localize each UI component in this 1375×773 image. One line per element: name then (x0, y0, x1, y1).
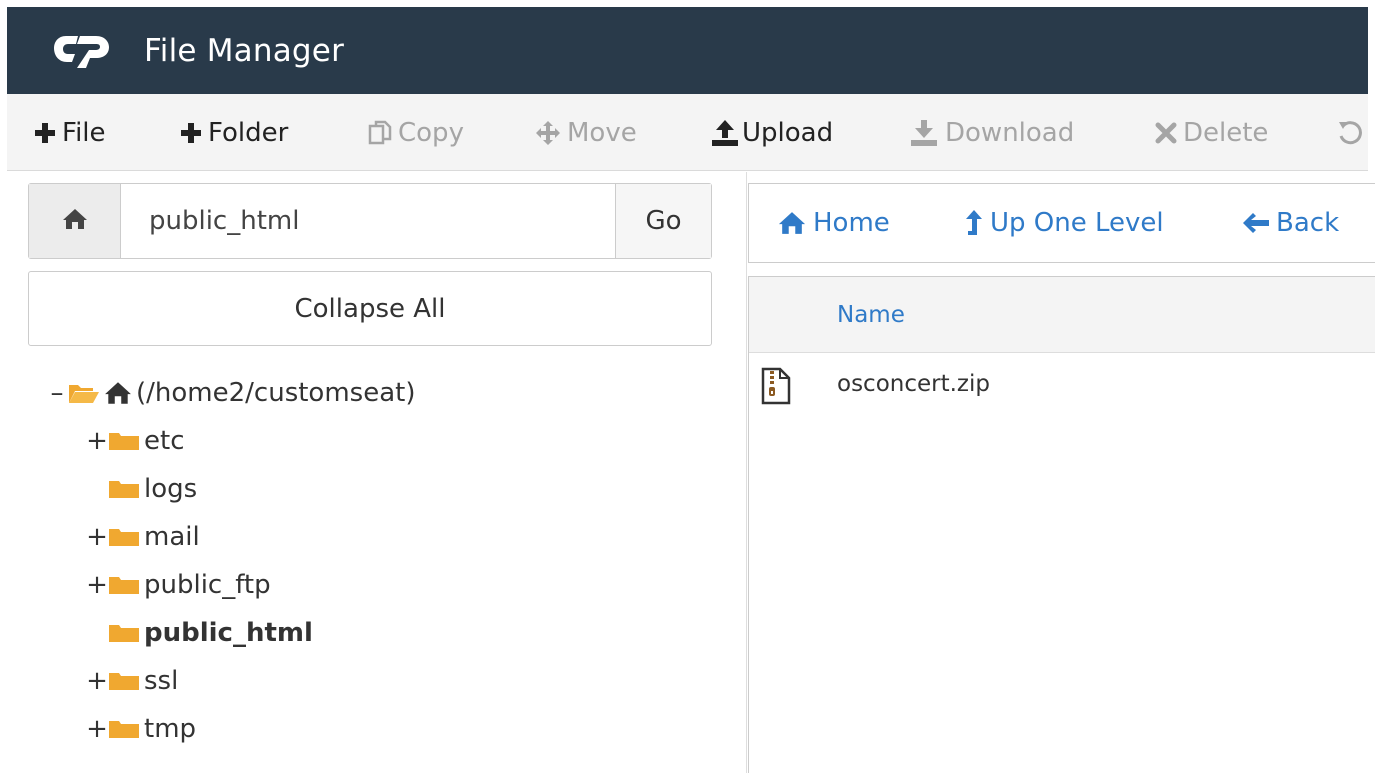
home-icon (104, 381, 132, 405)
tree-item-ssl[interactable]: + ssl (86, 658, 178, 704)
move-label: Move (567, 117, 637, 148)
copy-button[interactable]: Copy (368, 94, 464, 170)
tree-item-label: ssl (144, 666, 179, 696)
upload-label: Upload (742, 117, 834, 148)
back-button[interactable]: Back (1242, 184, 1339, 262)
home-label: Home (813, 208, 890, 238)
folder-icon (108, 671, 140, 691)
level-up-icon (964, 209, 984, 237)
expand-toggle[interactable]: + (86, 426, 108, 456)
expand-toggle[interactable]: + (86, 666, 108, 696)
delete-label: Delete (1183, 117, 1269, 148)
expand-toggle[interactable]: + (86, 522, 108, 552)
home-directory-button[interactable] (29, 184, 121, 258)
folder-icon (108, 575, 140, 595)
delete-button[interactable]: Delete (1155, 94, 1269, 170)
tree-item-label: mail (144, 522, 200, 552)
folder-icon (108, 479, 140, 499)
back-label: Back (1276, 208, 1340, 238)
toolbar: File Folder Copy Move Upload Download De… (7, 94, 1368, 171)
tree-item-mail[interactable]: + mail (86, 514, 200, 560)
up-one-level-label: Up One Level (990, 208, 1164, 238)
new-file-label: File (62, 117, 106, 148)
folder-icon (108, 719, 140, 739)
tree-root[interactable]: – (/home2/customseat) (46, 370, 416, 416)
tree-item-label-selected: public_html (144, 618, 313, 648)
name-column-header[interactable]: Name (837, 302, 905, 328)
app-header: File Manager (7, 7, 1368, 94)
tree-item-label: public_ftp (144, 570, 271, 600)
app-title: File Manager (144, 32, 345, 69)
navigation-bar: Home Up One Level Back (748, 183, 1375, 263)
tree-root-label: (/home2/customseat) (136, 378, 416, 408)
tree-item-label: etc (144, 426, 185, 456)
tree-item-public-ftp[interactable]: + public_ftp (86, 562, 271, 608)
download-label: Download (945, 117, 1075, 148)
tree-item-label: logs (144, 474, 198, 504)
tree-item-tmp[interactable]: + tmp (86, 706, 196, 752)
tree-item-public-html[interactable]: public_html (86, 610, 313, 656)
undo-icon (1337, 120, 1363, 146)
upload-button[interactable]: Upload (710, 94, 834, 170)
arrow-left-icon (1242, 212, 1270, 234)
expand-toggle[interactable]: + (86, 714, 108, 744)
tree-item-etc[interactable]: + etc (86, 418, 185, 464)
zip-file-icon (761, 367, 791, 409)
copy-icon (368, 120, 392, 146)
home-icon (62, 208, 88, 234)
expand-toggle[interactable]: + (86, 570, 108, 600)
plus-icon (180, 122, 202, 144)
collapse-toggle[interactable]: – (46, 378, 68, 408)
tree-item-label: tmp (144, 714, 197, 744)
restore-button[interactable] (1337, 94, 1368, 170)
column-header-row: Name (749, 277, 1375, 353)
file-name[interactable]: osconcert.zip (837, 371, 990, 397)
plus-icon (34, 122, 56, 144)
close-icon (1155, 122, 1177, 144)
download-icon (909, 119, 939, 147)
path-input[interactable] (121, 184, 615, 258)
up-one-level-button[interactable]: Up One Level (964, 184, 1164, 262)
move-button[interactable]: Move (535, 94, 637, 170)
go-button[interactable]: Go (615, 184, 711, 258)
upload-icon (710, 119, 740, 147)
file-list: Name osconcert.zip (748, 276, 1375, 773)
open-folder-icon (68, 382, 100, 404)
pane-divider[interactable] (746, 172, 747, 773)
home-icon (777, 211, 807, 235)
download-button[interactable]: Download (909, 94, 1075, 170)
collapse-all-button[interactable]: Collapse All (28, 271, 712, 346)
new-folder-button[interactable]: Folder (180, 94, 289, 170)
folder-icon (108, 623, 140, 643)
path-bar: Go (28, 183, 712, 259)
move-icon (535, 120, 561, 146)
cpanel-logo[interactable] (52, 31, 122, 71)
new-file-button[interactable]: File (34, 94, 106, 170)
home-button[interactable]: Home (777, 184, 890, 262)
new-folder-label: Folder (208, 117, 289, 148)
folder-icon (108, 431, 140, 451)
tree-item-logs[interactable]: logs (86, 466, 197, 512)
folder-icon (108, 527, 140, 547)
copy-label: Copy (398, 117, 464, 148)
